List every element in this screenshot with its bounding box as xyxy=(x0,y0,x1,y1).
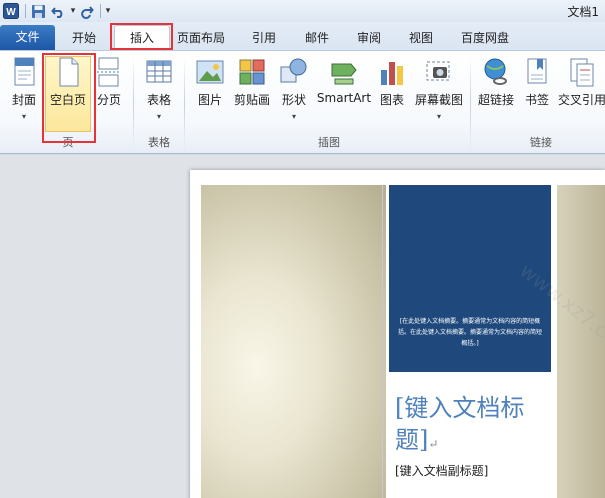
page-break-label: 分页 xyxy=(96,93,121,107)
picture-label: 图片 xyxy=(197,93,222,107)
screenshot-dropdown-icon: ▾ xyxy=(436,112,441,121)
document-workspace: [在此处键入文档摘要。摘要通常为文档内容的简短概括。在此处键入文档摘要。摘要通常… xyxy=(0,155,605,498)
shapes-icon xyxy=(279,56,309,88)
app-icon-letter: W xyxy=(6,7,16,18)
document-title-text: [键入文档标题] xyxy=(395,394,525,454)
screenshot-label: 屏幕截图 xyxy=(414,93,463,107)
hyperlink-icon xyxy=(481,56,511,88)
tab-file[interactable]: 文件 xyxy=(0,25,55,50)
save-icon[interactable] xyxy=(29,2,47,20)
table-icon xyxy=(144,56,174,88)
quick-access-toolbar: W ▾ ▾ xyxy=(0,0,112,22)
smartart-icon xyxy=(329,56,359,88)
hyperlink-label: 超链接 xyxy=(477,93,514,107)
cover-page-label: 封面 xyxy=(11,93,36,107)
redo-icon[interactable] xyxy=(77,2,95,20)
tab-insert[interactable]: 插入 xyxy=(114,25,170,50)
tab-baidu-netdisk[interactable]: 百度网盘 xyxy=(454,26,516,50)
undo-dropdown-arrow[interactable]: ▾ xyxy=(69,6,77,16)
title-bar: W ▾ ▾ 文档1 xyxy=(0,0,605,22)
group-label-pages: 页 xyxy=(62,136,74,149)
qat-separator xyxy=(100,4,101,18)
tab-mailings[interactable]: 邮件 xyxy=(296,26,338,50)
tab-references[interactable]: 引用 xyxy=(244,26,284,50)
table-button[interactable]: 表格 ▾ xyxy=(140,54,178,124)
group-separator xyxy=(470,57,471,151)
blank-page-button[interactable]: 空白页 xyxy=(45,54,91,124)
word-app-icon[interactable]: W xyxy=(2,2,20,20)
tab-view[interactable]: 视图 xyxy=(400,26,442,50)
shapes-dropdown-icon: ▾ xyxy=(291,112,296,121)
document-page[interactable]: [在此处键入文档摘要。摘要通常为文档内容的简短概括。在此处键入文档摘要。摘要通常… xyxy=(190,170,605,498)
qat-separator xyxy=(25,4,26,18)
clipart-button[interactable]: 剪贴画 xyxy=(231,54,273,124)
table-label: 表格 xyxy=(146,93,171,107)
bookmark-label: 书签 xyxy=(524,93,549,107)
picture-icon xyxy=(195,56,225,88)
screenshot-button[interactable]: 屏幕截图 ▾ xyxy=(412,54,466,124)
chart-label: 图表 xyxy=(379,93,404,107)
hyperlink-button[interactable]: 超链接 xyxy=(476,54,516,124)
clipart-icon xyxy=(237,56,267,88)
cross-reference-button[interactable]: 交叉引用 xyxy=(558,54,605,124)
cover-divider-line xyxy=(382,185,383,498)
cover-left-panel xyxy=(201,185,386,498)
group-label-links: 链接 xyxy=(530,136,552,149)
bookmark-button[interactable]: 书签 xyxy=(522,54,552,124)
group-separator xyxy=(184,57,185,151)
page-break-button[interactable]: 分页 xyxy=(94,54,124,124)
abstract-placeholder[interactable]: [在此处键入文档摘要。摘要通常为文档内容的简短概括。在此处键入文档摘要。摘要通常… xyxy=(397,316,543,349)
tab-home[interactable]: 开始 xyxy=(62,26,106,50)
blank-page-label: 空白页 xyxy=(49,93,86,107)
document-title: 文档1 xyxy=(567,5,599,19)
shapes-button[interactable]: 形状 ▾ xyxy=(277,54,311,124)
smartart-label: SmartArt xyxy=(316,91,372,105)
shapes-label: 形状 xyxy=(281,93,306,107)
cross-reference-label: 交叉引用 xyxy=(558,93,605,107)
customize-qat-icon[interactable]: ▾ xyxy=(104,6,112,16)
cover-page-button[interactable]: 封面 ▾ xyxy=(5,54,43,124)
smartart-button[interactable]: SmartArt xyxy=(314,54,374,124)
ribbon-tab-bar: 文件 开始 插入 页面布局 引用 邮件 审阅 视图 百度网盘 xyxy=(0,22,605,50)
group-label-illustrations: 插图 xyxy=(318,136,340,149)
undo-icon[interactable] xyxy=(49,2,67,20)
screenshot-icon xyxy=(424,56,454,88)
document-subtitle-placeholder[interactable]: [键入文档副标题] xyxy=(395,462,555,479)
cover-page-icon xyxy=(9,56,39,88)
paragraph-mark: ↵ xyxy=(428,437,439,451)
group-label-table: 表格 xyxy=(148,136,170,149)
clipart-label: 剪贴画 xyxy=(233,93,270,107)
picture-button[interactable]: 图片 xyxy=(192,54,228,124)
table-dropdown-icon: ▾ xyxy=(156,112,161,121)
page-break-icon xyxy=(94,56,124,88)
cross-reference-icon xyxy=(567,56,597,88)
chart-icon xyxy=(377,56,407,88)
chart-button[interactable]: 图表 xyxy=(376,54,408,124)
group-separator xyxy=(133,57,134,151)
tab-page-layout[interactable]: 页面布局 xyxy=(172,26,230,50)
cover-page-dropdown-icon: ▾ xyxy=(21,112,26,121)
tab-review[interactable]: 审阅 xyxy=(348,26,390,50)
document-title-placeholder[interactable]: [键入文档标题]↵ xyxy=(395,392,555,460)
blank-page-icon xyxy=(53,56,83,88)
ribbon-insert: 封面 ▾ 空白页 分页 页 表格 ▾ 表格 图片 剪贴画 形状 ▾ SmartA… xyxy=(0,50,605,154)
bookmark-icon xyxy=(522,56,552,88)
